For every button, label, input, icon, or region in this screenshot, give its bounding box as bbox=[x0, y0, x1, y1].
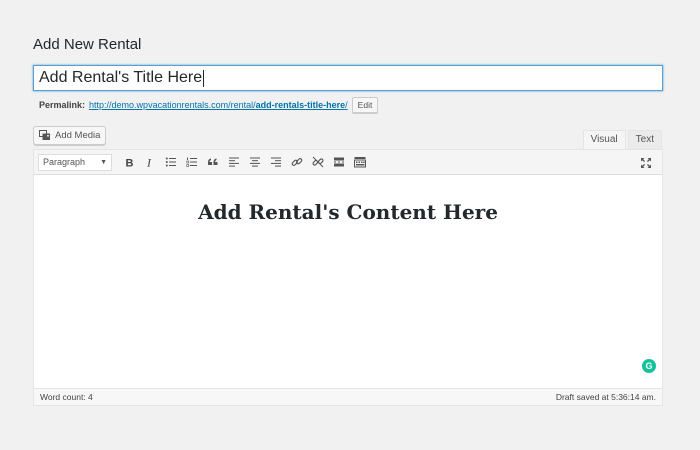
editor-tabs: Visual Text bbox=[582, 130, 662, 149]
blockquote-icon bbox=[207, 158, 217, 165]
bold-icon: B bbox=[125, 158, 133, 169]
grammarly-icon[interactable]: G bbox=[642, 359, 656, 373]
align-center-button[interactable] bbox=[244, 152, 265, 172]
permalink-row: Permalink: http://demo.wpvacationrentals… bbox=[39, 97, 379, 113]
bullet-list-button[interactable] bbox=[160, 152, 181, 172]
content-editor: Paragraph ▼ B I Add Rental's Content Her… bbox=[33, 149, 663, 406]
toolbar-toggle-button[interactable] bbox=[349, 152, 370, 172]
svg-text:I: I bbox=[146, 156, 152, 168]
permalink-url-base: http://demo.wpvacationrentals.com/rental… bbox=[89, 100, 256, 110]
remove-link-button[interactable] bbox=[307, 152, 328, 172]
title-input[interactable]: Add Rental's Title Here bbox=[33, 65, 663, 91]
word-count: Word count: 4 bbox=[40, 392, 93, 402]
permalink-edit-button[interactable]: Edit bbox=[351, 97, 379, 113]
text-caret bbox=[203, 69, 205, 87]
add-media-button[interactable]: Add Media bbox=[33, 126, 107, 145]
read-more-icon bbox=[333, 157, 344, 167]
bullet-list-icon bbox=[165, 157, 176, 167]
title-input-value: Add Rental's Title Here bbox=[39, 69, 203, 86]
italic-icon: I bbox=[146, 156, 152, 168]
tab-visual[interactable]: Visual bbox=[582, 130, 626, 149]
page-title: Add New Rental bbox=[33, 36, 142, 53]
svg-text:B: B bbox=[125, 158, 133, 169]
permalink-trailing: / bbox=[345, 100, 348, 110]
content-heading: Add Rental's Content Here bbox=[198, 200, 498, 224]
insert-link-button[interactable] bbox=[286, 152, 307, 172]
fullscreen-icon bbox=[640, 158, 651, 168]
blockquote-button[interactable] bbox=[202, 152, 223, 172]
align-right-button[interactable] bbox=[265, 152, 286, 172]
tab-text[interactable]: Text bbox=[627, 130, 662, 149]
bold-button[interactable]: B bbox=[118, 152, 139, 172]
editor-statusbar: Word count: 4 Draft saved at 5:36:14 am. bbox=[34, 388, 662, 405]
editor-content-area[interactable]: Add Rental's Content Here G bbox=[34, 175, 662, 388]
align-left-icon bbox=[228, 157, 239, 167]
fullscreen-button[interactable] bbox=[635, 153, 656, 173]
editor-toolbar: Paragraph ▼ B I bbox=[34, 150, 662, 175]
link-icon bbox=[291, 158, 302, 166]
align-right-icon bbox=[270, 157, 281, 167]
align-left-button[interactable] bbox=[223, 152, 244, 172]
numbered-list-button[interactable] bbox=[181, 152, 202, 172]
toolbar-toggle-icon bbox=[353, 157, 366, 168]
permalink-slug: add-rentals-title-here bbox=[255, 100, 346, 110]
italic-button[interactable]: I bbox=[139, 152, 160, 172]
media-icon bbox=[39, 130, 51, 141]
permalink-link[interactable]: http://demo.wpvacationrentals.com/rental… bbox=[89, 100, 348, 110]
permalink-label: Permalink: bbox=[39, 100, 86, 110]
draft-saved-status: Draft saved at 5:36:14 am. bbox=[555, 392, 656, 402]
align-center-icon bbox=[249, 157, 260, 167]
add-media-label: Add Media bbox=[55, 130, 101, 141]
chevron-down-icon: ▼ bbox=[100, 158, 107, 166]
format-select[interactable]: Paragraph ▼ bbox=[38, 153, 112, 171]
format-select-value: Paragraph bbox=[43, 157, 86, 167]
unlink-icon bbox=[312, 156, 323, 168]
numbered-list-icon bbox=[186, 157, 197, 167]
read-more-button[interactable] bbox=[328, 152, 349, 172]
